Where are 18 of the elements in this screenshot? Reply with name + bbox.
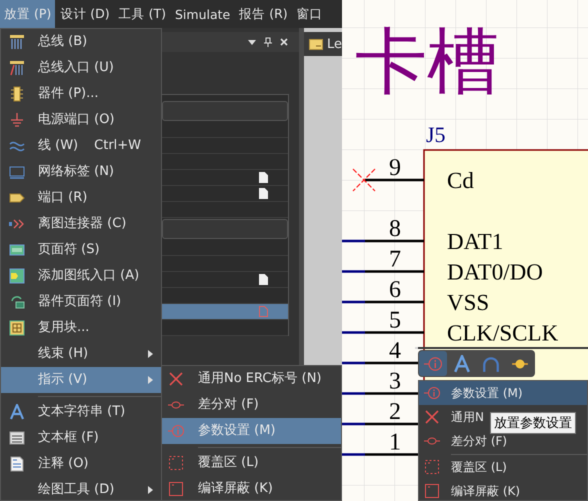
- pin-name: DAT0/DO: [447, 260, 543, 284]
- pin-number: 1: [389, 430, 401, 456]
- pin-name: Cd: [447, 168, 474, 193]
- pin-name: CLK/SCLK: [447, 320, 558, 346]
- pin-number: 3: [389, 368, 401, 394]
- pin-number: 7: [389, 246, 401, 272]
- pin-name: VSS: [447, 290, 490, 315]
- pin-name: DAT1: [447, 229, 504, 254]
- sheet-title: 卡槽: [355, 19, 499, 103]
- pin-number: 5: [389, 308, 401, 334]
- pin-number: 8: [389, 216, 401, 242]
- designator: J5: [426, 122, 446, 147]
- tooltip: 放置参数设置: [490, 412, 576, 434]
- pin-number: 6: [389, 277, 401, 303]
- pin-number: 9: [389, 155, 401, 181]
- shortcut-text: Ctrl+W: [94, 139, 142, 153]
- pin-number: 4: [389, 338, 401, 364]
- pin-number: 2: [389, 399, 401, 425]
